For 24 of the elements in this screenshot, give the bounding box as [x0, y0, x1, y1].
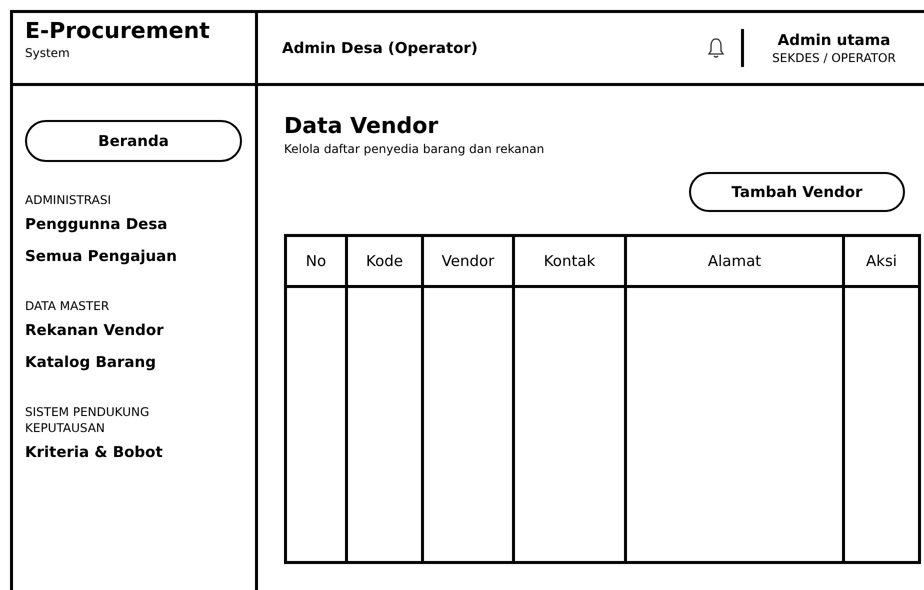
- sidebar-item[interactable]: Penggunna Desa: [25, 214, 242, 234]
- add-vendor-button[interactable]: Tambah Vendor: [689, 172, 905, 212]
- user-role: SEKDES / OPERATOR: [772, 50, 896, 66]
- home-button[interactable]: Beranda: [25, 120, 242, 162]
- column-header: Alamat: [627, 237, 845, 288]
- notification-icon[interactable]: [707, 37, 725, 59]
- sidebar-item[interactable]: Semua Pengajuan: [25, 246, 242, 266]
- section-heading: ADMINISTRASI: [25, 192, 112, 208]
- page-subtitle: Kelola daftar penyedia barang dan rekanan: [284, 141, 546, 158]
- column-header: Kontak: [515, 237, 627, 288]
- section-heading: SISTEM PENDUKUNG KEPUTAUSAN: [25, 404, 150, 436]
- sidebar-item[interactable]: Kriteria & Bobot: [25, 442, 242, 462]
- page-title: Data Vendor: [284, 114, 440, 140]
- column-header: No: [287, 237, 348, 288]
- column-header: Kode: [348, 237, 424, 288]
- user-name: Admin utama: [778, 30, 890, 50]
- section-heading: DATA MASTER: [25, 298, 110, 314]
- sidebar-item[interactable]: Katalog Barang: [25, 352, 242, 372]
- column-header: Vendor: [424, 237, 515, 288]
- brand-title: E-Procurement: [25, 18, 211, 46]
- header-title: Admin Desa (Operator): [282, 38, 478, 59]
- column-header: Aksi: [845, 237, 918, 288]
- sidebar-item[interactable]: Rekanan Vendor: [25, 320, 242, 340]
- brand-subtitle: System: [25, 46, 71, 60]
